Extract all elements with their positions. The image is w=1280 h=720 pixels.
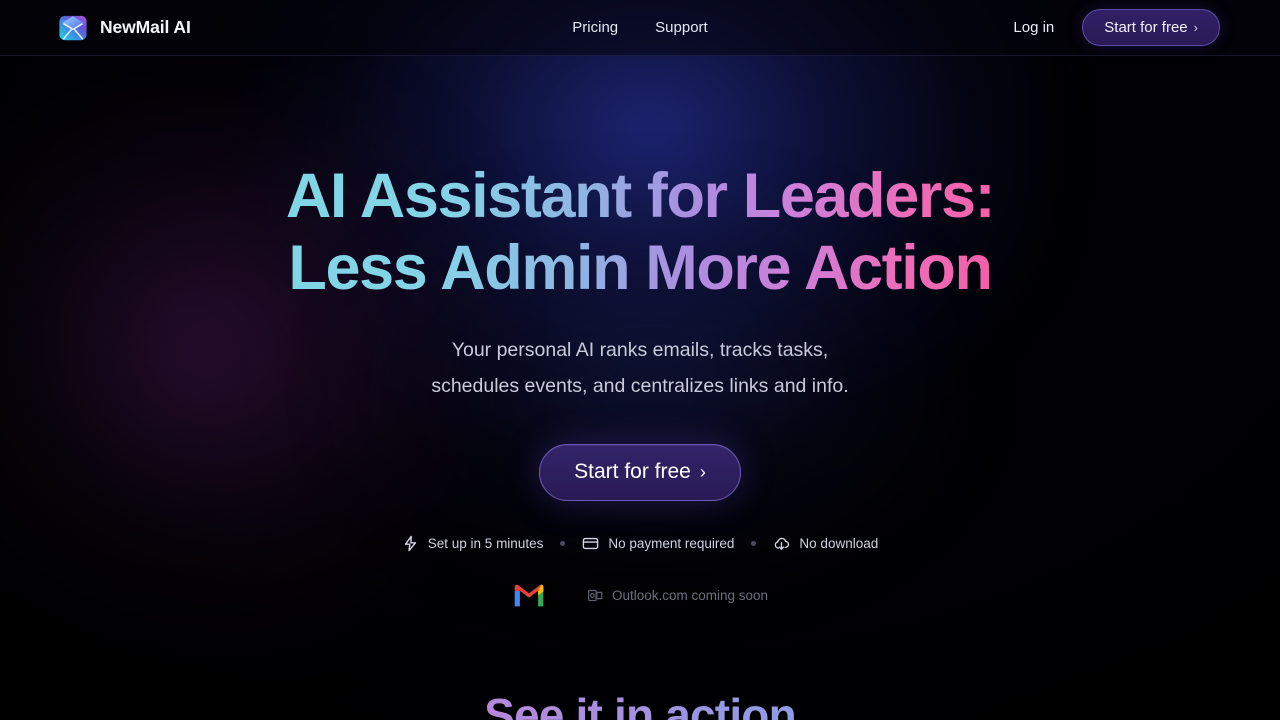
page-title: AI Assistant for Leaders: Less Admin Mor… bbox=[286, 161, 994, 305]
feature-no-download: No download bbox=[773, 535, 878, 552]
separator-dot bbox=[560, 540, 566, 546]
gmail-logo-icon bbox=[514, 584, 544, 607]
outlook-label: Outlook.com coming soon bbox=[611, 588, 769, 604]
site-header: NewMail AI Pricing Support Log in Start … bbox=[0, 0, 1280, 56]
nav-link-pricing[interactable]: Pricing bbox=[572, 19, 618, 36]
nav-link-support[interactable]: Support bbox=[655, 19, 708, 36]
hero-subtitle: Your personal AI ranks emails, tracks ta… bbox=[431, 332, 848, 404]
header-cta-label: Start for free bbox=[1104, 19, 1188, 36]
envelope-gradient-icon bbox=[59, 15, 87, 40]
chevron-right-icon: › bbox=[1193, 20, 1198, 35]
feature-badges: Set up in 5 minutes No payment required … bbox=[402, 535, 878, 552]
lightning-bolt-icon bbox=[404, 535, 416, 552]
primary-nav: Pricing Support bbox=[500, 19, 780, 36]
feature-label: Set up in 5 minutes bbox=[427, 535, 544, 551]
login-link[interactable]: Log in bbox=[1013, 19, 1054, 36]
hero-start-for-free-button[interactable]: Start for free › bbox=[539, 443, 741, 501]
feature-no-payment: No payment required bbox=[582, 535, 734, 552]
separator-dot bbox=[751, 540, 757, 546]
page-root: NewMail AI Pricing Support Log in Start … bbox=[0, 0, 1280, 720]
brand-name: NewMail AI bbox=[100, 17, 191, 37]
next-section-preview: See it in action bbox=[0, 690, 1280, 720]
outlook-logo-icon bbox=[587, 590, 603, 602]
outlook-coming-soon: Outlook.com coming soon bbox=[587, 588, 769, 604]
next-section-title: See it in action bbox=[0, 690, 1280, 720]
headline-line-2: Less Admin More Action bbox=[288, 232, 992, 303]
headline-line-1: AI Assistant for Leaders: bbox=[285, 161, 995, 231]
feature-label: No download bbox=[799, 535, 879, 551]
header-actions: Log in Start for free › bbox=[1013, 9, 1220, 46]
feature-setup-time: Set up in 5 minutes bbox=[402, 535, 544, 552]
hero-cta-wrapper: Start for free › bbox=[539, 443, 741, 501]
credit-card-icon bbox=[583, 537, 599, 549]
chevron-right-icon: › bbox=[699, 462, 706, 483]
subtitle-line-1: Your personal AI ranks emails, tracks ta… bbox=[451, 338, 829, 361]
hero-section: AI Assistant for Leaders: Less Admin Mor… bbox=[0, 56, 1280, 720]
subtitle-line-2: schedules events, and centralizes links … bbox=[431, 374, 849, 397]
supported-providers: Outlook.com coming soon bbox=[512, 583, 768, 609]
feature-label: No payment required bbox=[608, 535, 735, 551]
header-start-for-free-button[interactable]: Start for free › bbox=[1082, 9, 1220, 46]
brand-logo-link[interactable]: NewMail AI bbox=[58, 13, 191, 43]
cloud-download-icon bbox=[775, 537, 790, 550]
hero-cta-label: Start for free bbox=[574, 460, 691, 484]
